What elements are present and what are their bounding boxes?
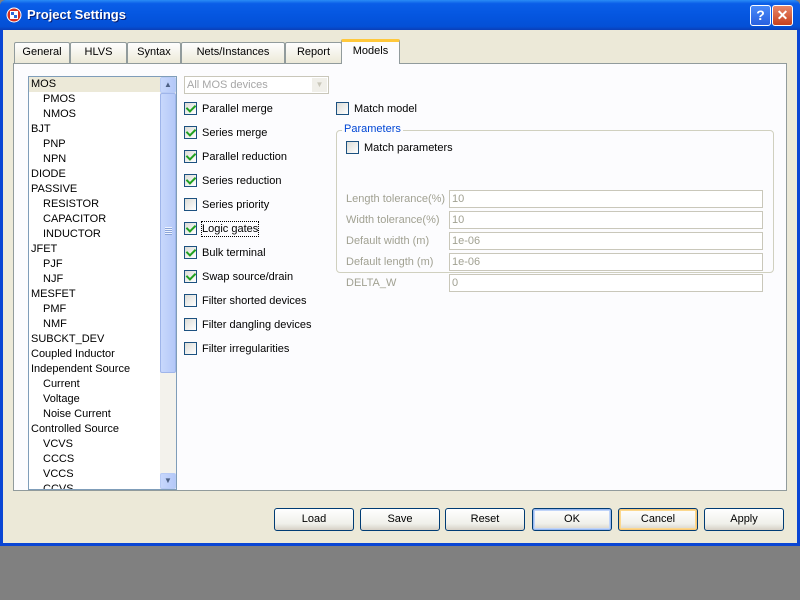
option-label: Series merge [202, 127, 268, 139]
list-item[interactable]: MESFET [29, 287, 160, 302]
parameter-label: Width tolerance(%) [346, 214, 440, 226]
list-item[interactable]: MOS [29, 77, 160, 92]
parameters-group-title: Parameters [342, 122, 403, 136]
checkmark-icon [184, 222, 197, 235]
list-item[interactable]: Controlled Source [29, 422, 160, 437]
chevron-down-icon: ▼ [312, 78, 327, 92]
tab-syntax[interactable]: Syntax [127, 42, 181, 63]
parameter-label: Default length (m) [346, 256, 434, 268]
load-button[interactable]: Load [274, 508, 354, 531]
parameter-field[interactable]: 10 [449, 211, 763, 229]
parameter-label: DELTA_W [346, 277, 397, 289]
option-label: Filter shorted devices [202, 295, 307, 307]
save-button[interactable]: Save [360, 508, 440, 531]
title-bar[interactable]: Project Settings ? ✕ [0, 0, 800, 30]
option-label: Series priority [202, 199, 270, 211]
list-item[interactable]: PASSIVE [29, 182, 160, 197]
dialog-client-area: General HLVS Syntax Nets/Instances Repor… [3, 30, 797, 543]
ok-button[interactable]: OK [532, 508, 612, 531]
option-label: Filter dangling devices [202, 319, 312, 331]
option-label: Swap source/drain [202, 271, 294, 283]
cancel-button[interactable]: Cancel [618, 508, 698, 531]
reset-button[interactable]: Reset [445, 508, 525, 531]
list-item[interactable]: NMOS [29, 107, 160, 122]
scroll-up-icon[interactable]: ▲ [160, 77, 176, 93]
list-item[interactable]: NMF [29, 317, 160, 332]
checkmark-icon [184, 174, 197, 187]
checkmark-icon [184, 102, 197, 115]
tab-models[interactable]: Models [341, 39, 400, 64]
checkmark-icon [184, 270, 197, 283]
models-tab-panel: MOS PMOS NMOS BJT PNP NPN DIODE PASSIVE RESISTOR… [13, 63, 787, 491]
device-type-list[interactable]: MOS PMOS NMOS BJT PNP NPN DIODE PASSIVE RESISTOR… [28, 76, 177, 490]
list-item[interactable]: PMF [29, 302, 160, 317]
list-item[interactable]: DIODE [29, 167, 160, 182]
list-item[interactable]: JFET [29, 242, 160, 257]
tab-report[interactable]: Report [285, 42, 342, 63]
app-icon [6, 7, 22, 23]
option-label: Bulk terminal [202, 247, 266, 259]
list-item[interactable]: VCCS [29, 467, 160, 482]
window-title: Project Settings [27, 7, 126, 22]
match-model-label: Match model [354, 103, 417, 115]
checkbox-icon [184, 198, 197, 211]
list-item[interactable]: CAPACITOR [29, 212, 160, 227]
list-item[interactable]: CCCS [29, 452, 160, 467]
device-filter-dropdown[interactable]: All MOS devices ▼ [184, 76, 329, 94]
scroll-down-icon[interactable]: ▼ [160, 473, 176, 489]
checkmark-icon [184, 150, 197, 163]
list-item[interactable]: Noise Current [29, 407, 160, 422]
match-parameters-label: Match parameters [364, 142, 453, 154]
option-label: Parallel reduction [202, 151, 287, 163]
list-item[interactable]: Coupled Inductor [29, 347, 160, 362]
option-label: Logic gates [200, 221, 260, 237]
option-label: Filter irregularities [202, 343, 290, 355]
device-type-list-items: MOS PMOS NMOS BJT PNP NPN DIODE PASSIVE RESISTOR… [29, 77, 160, 489]
list-item[interactable]: CCVS [29, 482, 160, 489]
list-item[interactable]: VCVS [29, 437, 160, 452]
list-item[interactable]: SUBCKT_DEV [29, 332, 160, 347]
list-item[interactable]: RESISTOR [29, 197, 160, 212]
list-item[interactable]: NPN [29, 152, 160, 167]
parameter-label: Length tolerance(%) [346, 193, 446, 205]
list-item[interactable]: PMOS [29, 92, 160, 107]
list-item[interactable]: NJF [29, 272, 160, 287]
list-item[interactable]: Voltage [29, 392, 160, 407]
list-item[interactable]: INDUCTOR [29, 227, 160, 242]
parameter-field[interactable]: 1e-06 [449, 232, 763, 250]
option-label: Parallel merge [202, 103, 273, 115]
parameter-field[interactable]: 1e-06 [449, 253, 763, 271]
list-item[interactable]: BJT [29, 122, 160, 137]
list-item[interactable]: Current [29, 377, 160, 392]
checkmark-icon [184, 246, 197, 259]
checkbox-icon [346, 141, 359, 154]
list-item[interactable]: Independent Source [29, 362, 160, 377]
scrollbar-thumb[interactable] [160, 93, 176, 373]
tab-hlvs[interactable]: HLVS [70, 42, 127, 63]
list-item[interactable]: PNP [29, 137, 160, 152]
tab-nets-instances[interactable]: Nets/Instances [181, 42, 285, 63]
checkbox-icon [336, 102, 349, 115]
parameter-label: Default width (m) [346, 235, 430, 247]
tab-general[interactable]: General [14, 42, 70, 63]
grip-icon [165, 227, 172, 235]
device-list-scrollbar[interactable]: ▲ ▼ [160, 77, 176, 489]
option-label: Series reduction [202, 175, 282, 187]
parameter-field[interactable]: 10 [449, 190, 763, 208]
close-button[interactable]: ✕ [772, 5, 793, 26]
device-filter-value: All MOS devices [187, 79, 268, 91]
checkmark-icon [184, 126, 197, 139]
checkbox-icon [184, 318, 197, 331]
list-item[interactable]: PJF [29, 257, 160, 272]
checkbox-icon [184, 342, 197, 355]
checkbox-icon [184, 294, 197, 307]
help-button[interactable]: ? [750, 5, 771, 26]
apply-button[interactable]: Apply [704, 508, 784, 531]
parameter-field[interactable]: 0 [449, 274, 763, 292]
project-settings-window: Project Settings ? ✕ General HLVS Syntax… [0, 0, 800, 546]
